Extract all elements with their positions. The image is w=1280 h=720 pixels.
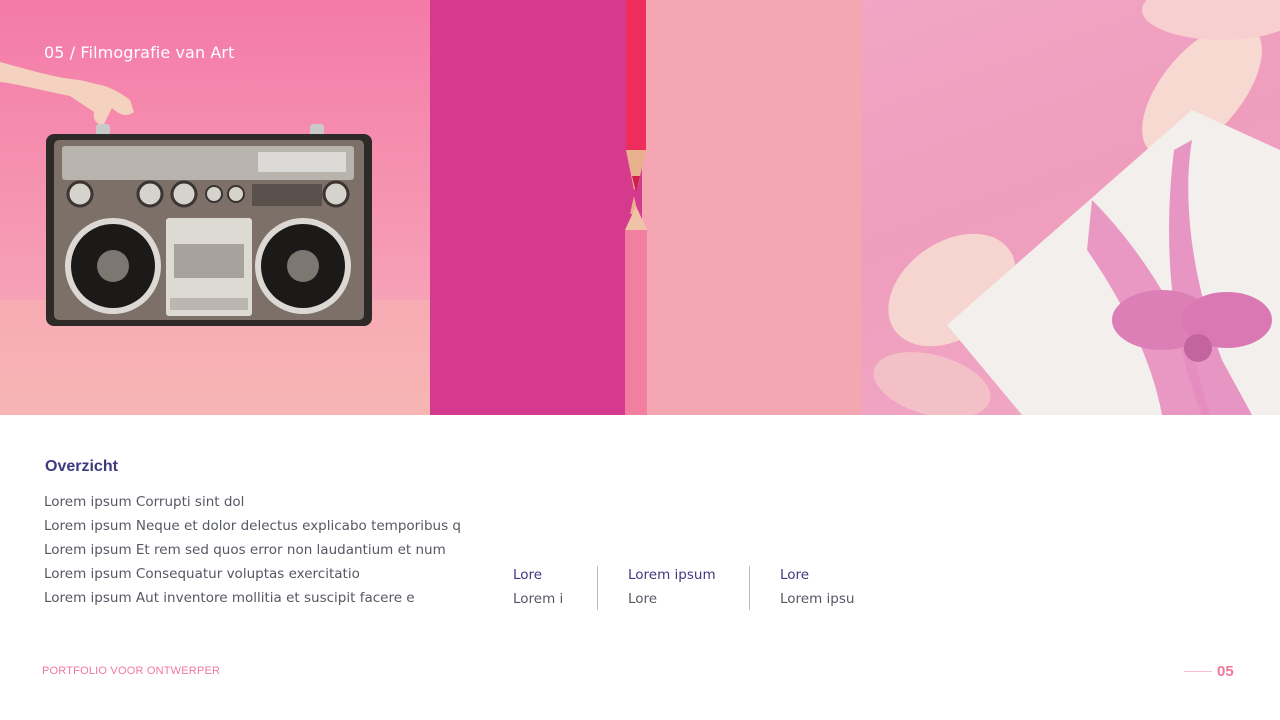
stat-divider xyxy=(597,566,598,610)
pencil-photo xyxy=(430,0,862,415)
overview-line: Lorem ipsum Consequatur voluptas exercit… xyxy=(44,566,360,582)
stat-column-3: Lore Lorem ipsu xyxy=(780,565,854,613)
footer-portfolio-label: PORTFOLIO VOOR ONTWERPER xyxy=(42,665,221,677)
stat-label: Lore xyxy=(513,567,543,583)
stat-divider xyxy=(749,566,750,610)
slide-title: 05 / Filmografie van Art xyxy=(44,43,235,62)
overview-line: Lorem ipsum Aut inventore mollitia et su… xyxy=(44,590,415,606)
stat-label: Lorem ipsum xyxy=(628,567,716,583)
stat-value: Lorem ipsu xyxy=(780,591,855,607)
page-number: 05 xyxy=(1217,663,1234,680)
hero-image-strip: 05 / Filmografie van Art xyxy=(0,0,1280,415)
stat-label: Lore xyxy=(780,567,810,583)
boombox-photo xyxy=(0,0,430,415)
overview-line: Lorem ipsum Et rem sed quos error non la… xyxy=(44,542,446,558)
gift-petals-photo xyxy=(862,0,1280,415)
stat-value: Lore xyxy=(628,591,658,607)
overview-heading: Overzicht xyxy=(45,458,118,475)
overview-line: Lorem ipsum Corrupti sint dol xyxy=(44,494,245,510)
stat-column-1: Lore Lorem i xyxy=(513,565,563,613)
footer-divider xyxy=(1184,671,1212,672)
overview-line: Lorem ipsum Neque et dolor delectus expl… xyxy=(44,518,461,534)
stat-value: Lorem i xyxy=(513,591,564,607)
overview-text: Lorem ipsum Corrupti sint dol Lorem ipsu… xyxy=(44,492,461,612)
stat-column-2: Lorem ipsum Lore xyxy=(628,565,716,613)
